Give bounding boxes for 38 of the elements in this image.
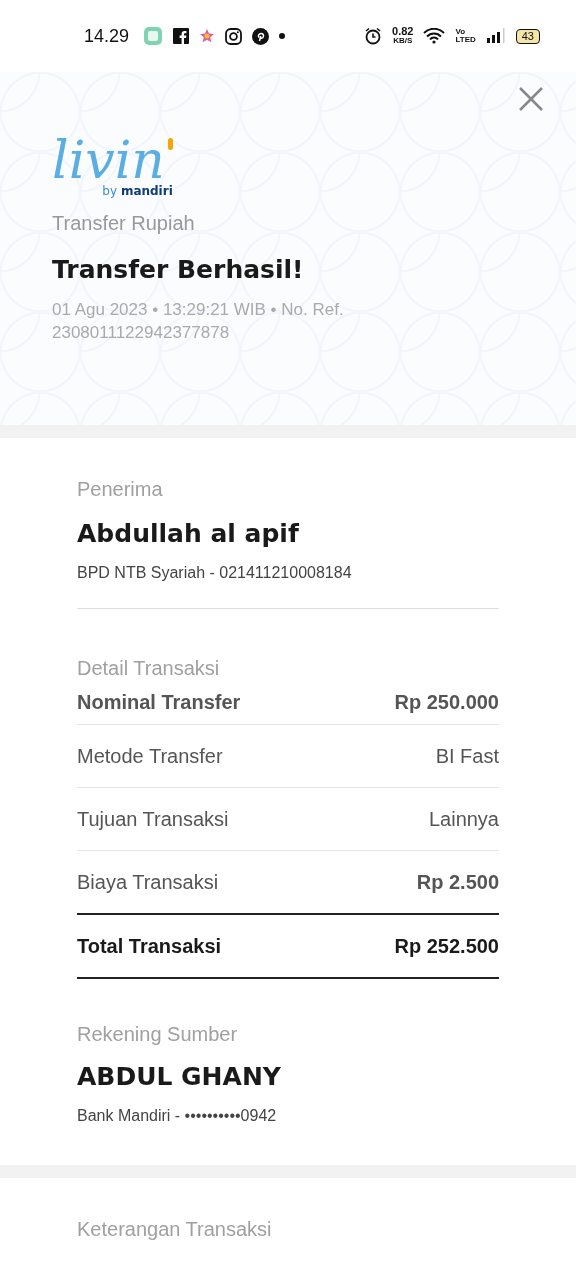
detail-value: BI Fast	[435, 744, 499, 768]
volte-label: Vo	[455, 28, 467, 36]
detail-value: Lainnya	[428, 807, 499, 831]
recipient-account: BPD NTB Syariah - 021411210008184	[77, 564, 353, 582]
detail-label: Metode Transfer	[77, 744, 223, 768]
section-label: Keterangan Transaksi	[77, 1218, 273, 1241]
source-account-name: ABDUL GHANY	[77, 1062, 282, 1091]
network-speed-value: 0.82	[392, 26, 414, 36]
close-icon[interactable]	[518, 86, 544, 112]
volte-label: LTED	[455, 36, 476, 44]
wifi-icon	[423, 28, 446, 44]
battery-indicator: 43	[515, 28, 540, 44]
section-label: Penerima	[77, 478, 164, 501]
star-icon	[199, 28, 216, 44]
section-label: Rekening Sumber	[77, 1023, 239, 1046]
section-label: Detail Transaksi	[77, 657, 221, 680]
status-time: 14.29	[84, 25, 130, 47]
transfer-category: Transfer Rupiah	[52, 212, 196, 235]
transaction-meta: 01 Agu 2023 • 13:29:21 WIB • No. Ref. 2308011122942377878	[52, 299, 345, 344]
app-notification-icon	[143, 26, 164, 46]
network-speed-unit: KB/S	[393, 36, 413, 46]
signal-icon	[485, 28, 506, 44]
dot-icon	[279, 33, 286, 39]
success-title: Transfer Berhasil!	[52, 255, 305, 284]
detail-label: Tujuan Transaksi	[77, 807, 229, 831]
pinterest-icon	[252, 27, 270, 45]
detail-label: Total Transaksi	[77, 934, 222, 958]
detail-label: Nominal Transfer	[77, 690, 241, 714]
recipient-name: Abdullah al apif	[77, 519, 300, 548]
facebook-icon	[173, 28, 190, 44]
source-account-number: Bank Mandiri - ••••••••••0942	[77, 1107, 278, 1125]
detail-label: Biaya Transaksi	[77, 870, 219, 894]
livin-logo: livin by mandiri	[52, 134, 173, 198]
detail-value: Rp 250.000	[394, 690, 499, 714]
detail-value: Rp 252.500	[394, 934, 499, 958]
instagram-icon	[225, 27, 243, 45]
detail-value: Rp 2.500	[416, 870, 499, 894]
alarm-icon	[364, 27, 383, 45]
